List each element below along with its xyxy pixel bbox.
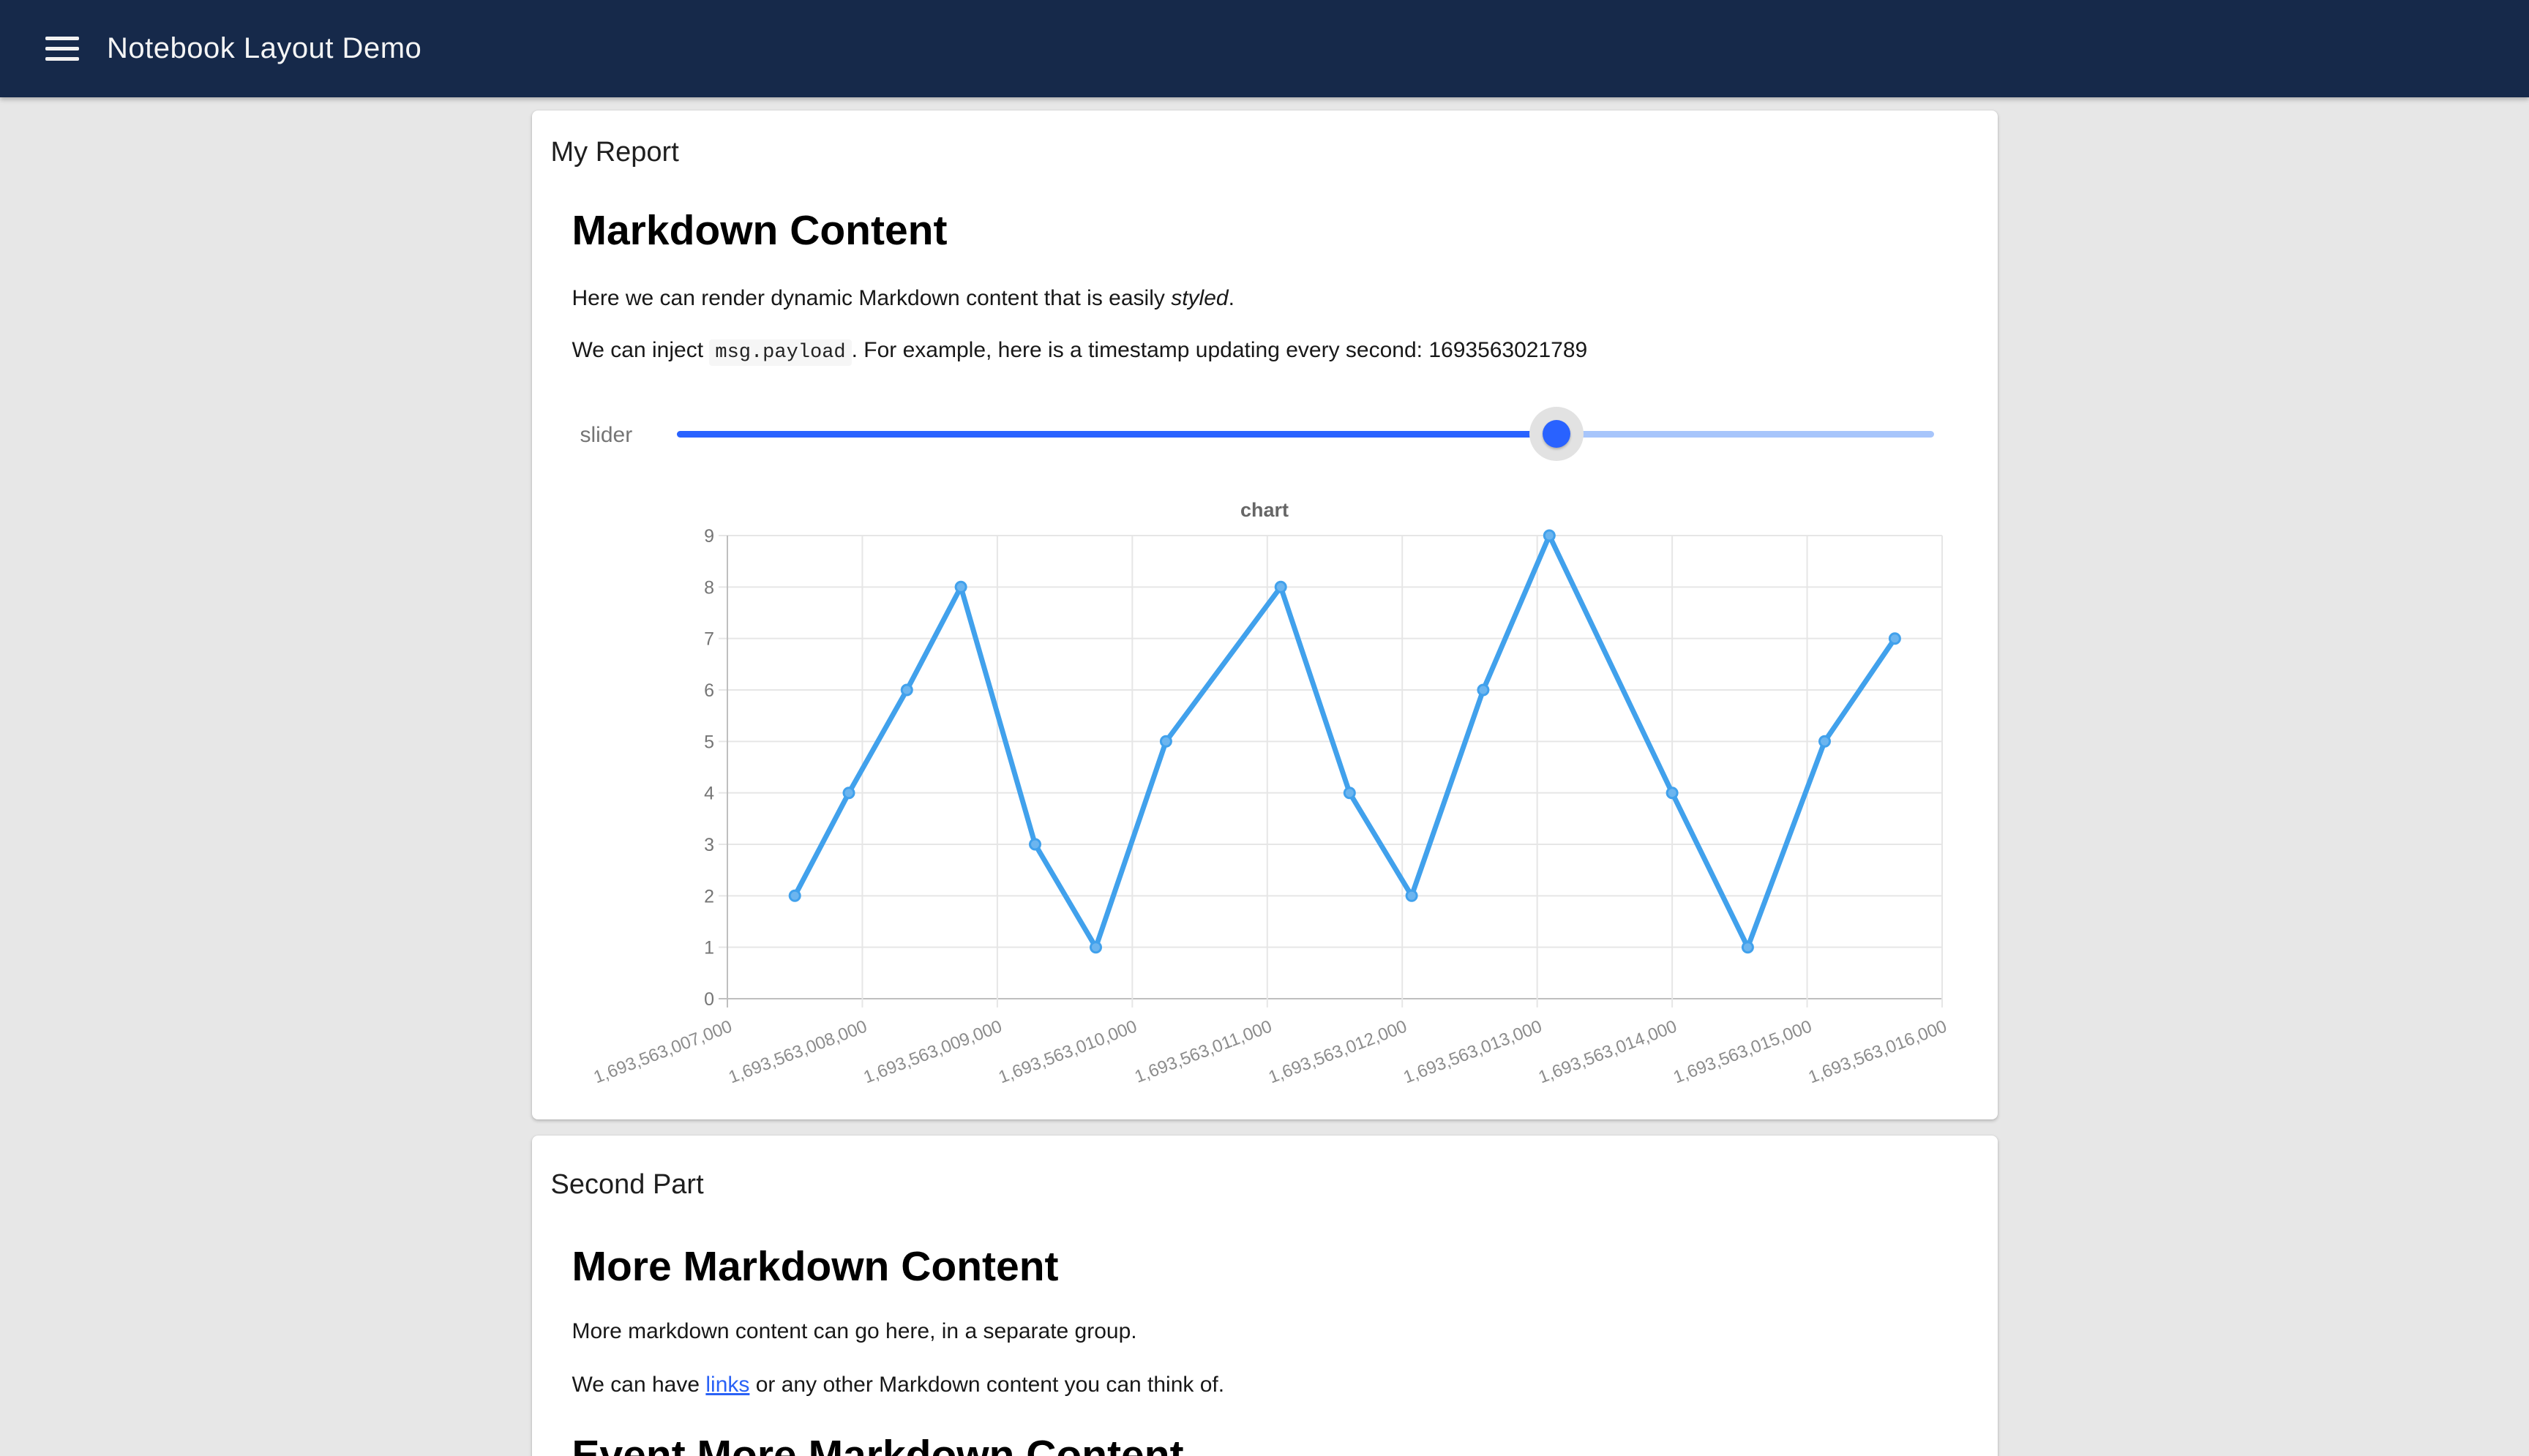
slider-track[interactable] (677, 407, 1934, 461)
hamburger-icon (45, 57, 79, 61)
svg-text:9: 9 (704, 526, 714, 547)
menu-button[interactable] (45, 31, 80, 67)
svg-text:1,693,563,007,000: 1,693,563,007,000 (591, 1016, 735, 1087)
markdown-heading-cutoff: Event More Markdown Content (572, 1431, 1184, 1456)
svg-text:0: 0 (704, 989, 714, 1010)
slider-label: slider (580, 423, 633, 448)
svg-text:7: 7 (704, 629, 714, 650)
svg-text:1,693,563,009,000: 1,693,563,009,000 (861, 1016, 1005, 1087)
svg-text:1,693,563,011,000: 1,693,563,011,000 (1132, 1016, 1275, 1087)
timestamp-value: 1693563021789 (1428, 338, 1587, 362)
svg-text:1,693,563,014,000: 1,693,563,014,000 (1535, 1016, 1679, 1087)
second-card: Second Part More Markdown Content More m… (532, 1136, 1998, 1456)
svg-text:1,693,563,012,000: 1,693,563,012,000 (1265, 1016, 1409, 1087)
hamburger-icon (45, 37, 79, 40)
slider-row: slider (532, 407, 1998, 461)
report-card: My Report Markdown Content Here we can r… (532, 110, 1998, 1119)
emphasized-text: styled (1171, 286, 1228, 310)
slider-fill (677, 431, 1557, 438)
markdown-heading: More Markdown Content (572, 1242, 1059, 1291)
svg-text:6: 6 (704, 680, 714, 701)
svg-text:3: 3 (704, 835, 714, 855)
svg-text:2: 2 (704, 886, 714, 907)
chart-title: chart (532, 499, 1998, 522)
paragraph-more: More markdown content can go here, in a … (572, 1319, 1137, 1344)
app-header: Notebook Layout Demo (0, 0, 2529, 97)
paragraph-text: We can inject (572, 338, 710, 362)
svg-text:8: 8 (704, 577, 714, 598)
svg-text:1,693,563,015,000: 1,693,563,015,000 (1671, 1016, 1815, 1087)
svg-text:1,693,563,016,000: 1,693,563,016,000 (1805, 1016, 1949, 1087)
paragraph-styled: Here we can render dynamic Markdown cont… (572, 286, 1234, 311)
paragraph-text: . (1229, 286, 1234, 310)
svg-text:4: 4 (704, 784, 714, 804)
hamburger-icon (45, 47, 79, 50)
links-link[interactable]: links (705, 1373, 749, 1397)
line-chart: 0 1 2 3 4 5 6 7 8 9 1,693,563,007,0001,693,563,008… (532, 520, 1998, 1120)
svg-text:1: 1 (704, 938, 714, 958)
paragraph-text: . For example, here is a timestamp updat… (852, 338, 1429, 362)
second-card-title: Second Part (551, 1169, 704, 1201)
report-card-title: My Report (551, 137, 679, 168)
slider-knob[interactable] (1543, 420, 1570, 448)
paragraph-links: We can have links or any other Markdown … (572, 1373, 1225, 1397)
app-title: Notebook Layout Demo (107, 32, 422, 65)
paragraph-text: Here we can render dynamic Markdown cont… (572, 286, 1172, 310)
page: My Report Markdown Content Here we can r… (532, 97, 1998, 1456)
svg-text:1,693,563,010,000: 1,693,563,010,000 (995, 1016, 1139, 1087)
paragraph-text: or any other Markdown content you can th… (749, 1373, 1224, 1397)
inline-code: msg.payload (709, 339, 851, 366)
paragraph-timestamp: We can inject msg.payload. For example, … (572, 338, 1588, 364)
svg-text:1,693,563,008,000: 1,693,563,008,000 (726, 1016, 870, 1087)
svg-text:1,693,563,013,000: 1,693,563,013,000 (1401, 1016, 1545, 1087)
svg-text:5: 5 (704, 732, 714, 752)
paragraph-text: We can have (572, 1373, 706, 1397)
markdown-heading: Markdown Content (572, 206, 948, 255)
